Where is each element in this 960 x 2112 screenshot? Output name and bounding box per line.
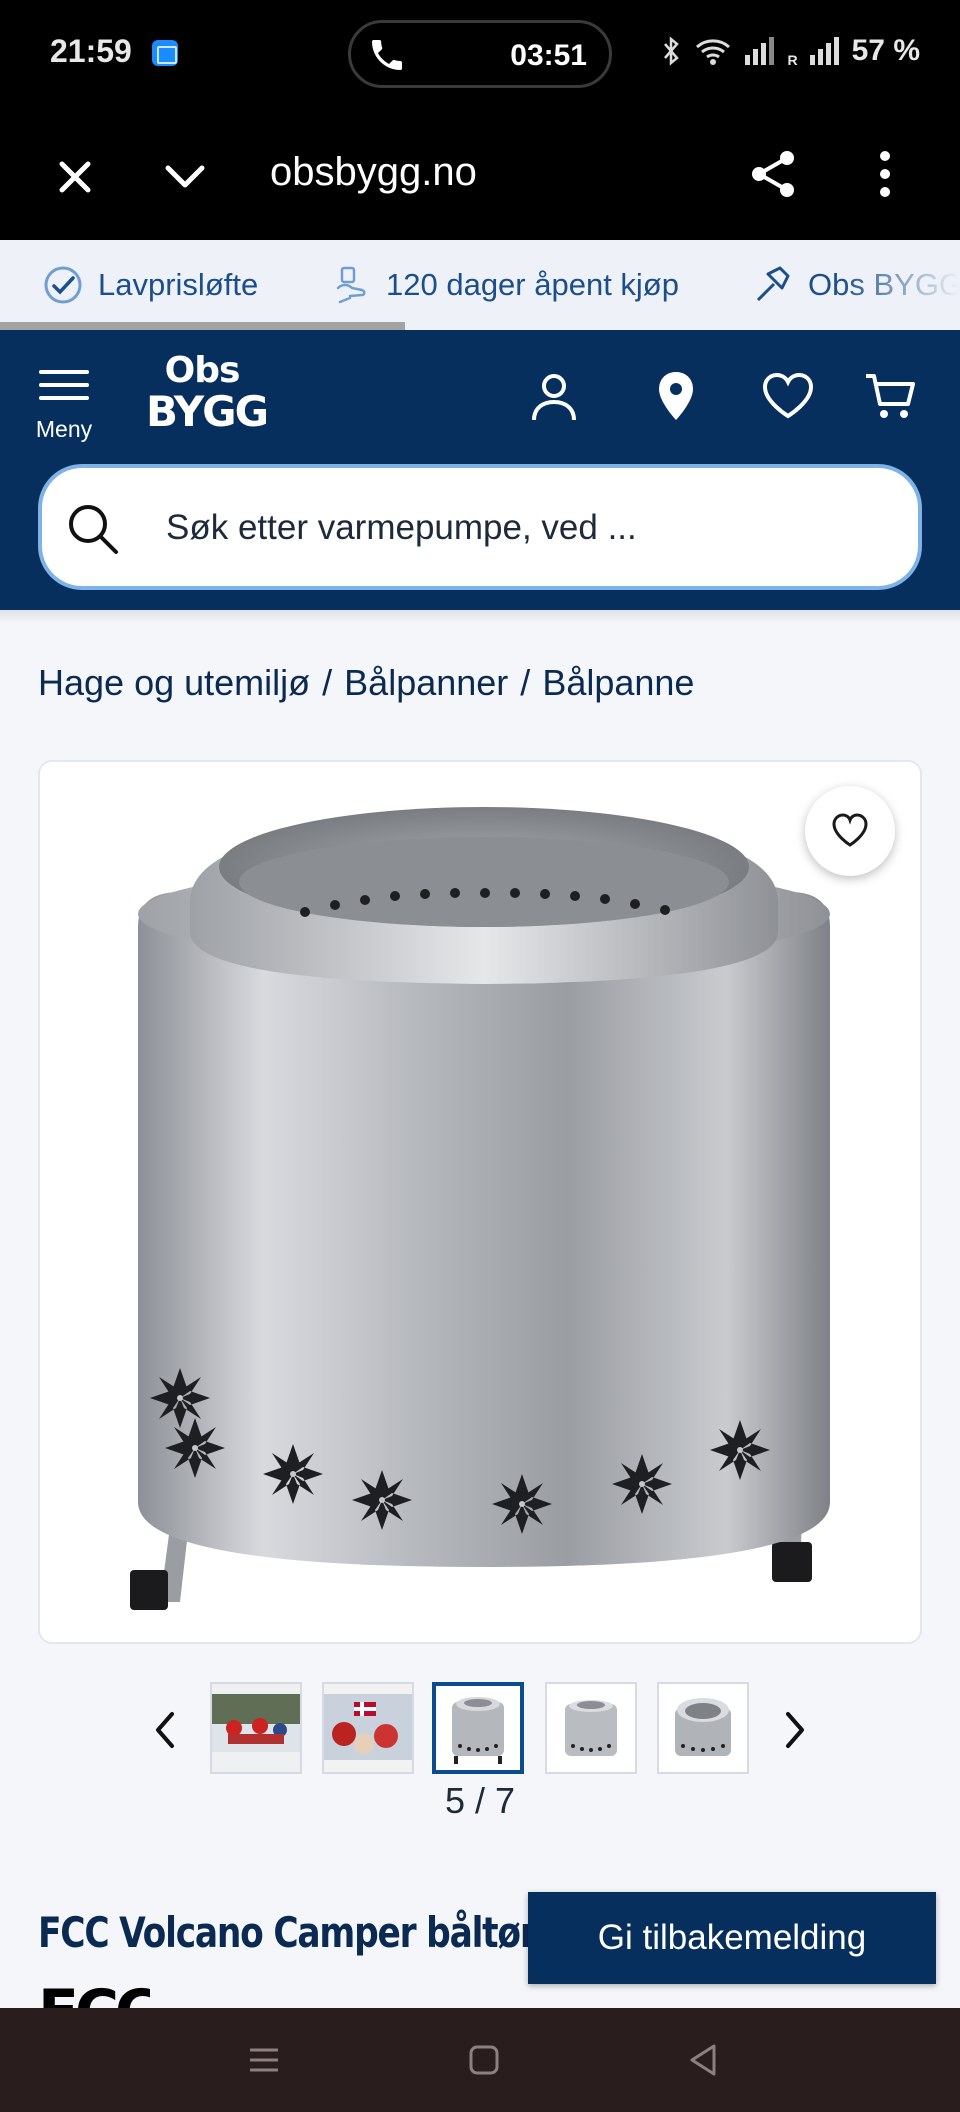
image-counter: 5 / 7 bbox=[0, 1780, 960, 1822]
status-time: 21:59 bbox=[50, 33, 132, 69]
location-pin-icon[interactable] bbox=[648, 368, 704, 424]
brand-logo-fcc: FCC bbox=[38, 1977, 150, 2008]
thumbnail-5[interactable] bbox=[657, 1682, 749, 1774]
image-counter-total: 7 bbox=[495, 1780, 516, 1821]
hand-bag-icon bbox=[336, 266, 366, 304]
call-duration: 03:51 bbox=[510, 39, 587, 72]
product-image-firepit bbox=[130, 807, 830, 1610]
image-counter-current: 5 bbox=[444, 1780, 465, 1821]
favorite-button[interactable] bbox=[805, 786, 895, 876]
status-bar: 21:59 03:51 R 57 % bbox=[0, 0, 960, 110]
image-counter-sep: / bbox=[464, 1780, 495, 1821]
usp-label: Lavprisløfte bbox=[98, 267, 259, 302]
thumbnail-image-flags bbox=[324, 1684, 412, 1772]
recent-apps-icon[interactable] bbox=[242, 2038, 286, 2082]
thumbnail-1[interactable] bbox=[210, 1682, 302, 1774]
more-vertical-icon[interactable] bbox=[865, 146, 905, 202]
thumbnail-image-firepit-side bbox=[547, 1684, 635, 1772]
cart-icon[interactable] bbox=[862, 368, 918, 424]
wifi-icon bbox=[696, 39, 731, 65]
search-input[interactable] bbox=[166, 498, 886, 558]
url-text[interactable]: obsbygg.no bbox=[270, 150, 477, 195]
usp-item-120-dager[interactable]: 120 dager åpent kjøp bbox=[330, 264, 679, 306]
breadcrumb-separator: / bbox=[322, 662, 333, 703]
breadcrumb: Hage og utemiljø / Bålpanner / Bålpanne bbox=[38, 662, 694, 704]
search-icon bbox=[69, 505, 118, 554]
thumbnail-2[interactable] bbox=[322, 1682, 414, 1774]
home-icon[interactable] bbox=[462, 2038, 506, 2082]
check-circle-icon bbox=[44, 266, 82, 304]
breadcrumb-item-balpanne[interactable]: Bålpanne bbox=[542, 662, 694, 704]
breadcrumb-item-balpanner[interactable]: Bålpanner bbox=[344, 662, 508, 704]
battery-level: 57 % bbox=[851, 34, 920, 67]
usp-label: 120 dager åpent kjøp bbox=[386, 267, 679, 302]
browser-toolbar: obsbygg.no bbox=[0, 110, 960, 240]
logo-top: Obs bbox=[164, 350, 241, 391]
app-badge-icon bbox=[152, 40, 178, 66]
chevron-down-icon[interactable] bbox=[160, 152, 210, 202]
logo-bottom: BYGG bbox=[146, 387, 269, 436]
ribbon-scroll-indicator bbox=[0, 322, 405, 330]
thumbnail-image-firepit bbox=[436, 1686, 520, 1770]
chevron-right-icon[interactable] bbox=[776, 1700, 816, 1760]
heart-icon bbox=[832, 813, 868, 847]
brand-logo[interactable]: FCC bbox=[38, 1976, 150, 2008]
bluetooth-icon bbox=[664, 36, 680, 66]
heart-icon[interactable] bbox=[760, 368, 816, 424]
back-icon[interactable] bbox=[682, 2038, 726, 2082]
system-nav-bar bbox=[0, 2008, 960, 2112]
hammer-icon bbox=[756, 266, 790, 302]
product-image-gallery[interactable] bbox=[38, 760, 922, 1644]
thumbnail-image-outdoor bbox=[212, 1684, 300, 1772]
chevron-left-icon[interactable] bbox=[144, 1700, 184, 1760]
header-shadow bbox=[0, 610, 960, 624]
breadcrumb-separator: / bbox=[520, 662, 531, 703]
close-icon[interactable] bbox=[50, 152, 100, 202]
signal-roaming-icon bbox=[809, 37, 839, 65]
usp-item-lavprisloefte[interactable]: Lavprisløfte bbox=[42, 264, 258, 306]
user-icon[interactable] bbox=[526, 368, 582, 424]
product-title: FCC Volcano Camper båltønne bbox=[38, 1908, 590, 1957]
breadcrumb-item-hage[interactable]: Hage og utemiljø bbox=[38, 662, 310, 704]
usp-ribbon: Lavprisløfte 120 dager åpent kjøp Obs BY… bbox=[0, 240, 960, 330]
status-icons: R 57 % bbox=[659, 34, 920, 68]
thumbnail-3[interactable] bbox=[432, 1682, 524, 1774]
signal-icon bbox=[745, 37, 775, 65]
network-label: R bbox=[787, 52, 798, 68]
svg-text:FCC: FCC bbox=[38, 1977, 150, 2008]
ribbon-fade bbox=[840, 240, 960, 330]
ongoing-call-pill[interactable]: 03:51 bbox=[348, 20, 612, 88]
share-icon[interactable] bbox=[745, 146, 801, 202]
thumbnail-image-firepit-top bbox=[659, 1684, 747, 1772]
search-bar[interactable] bbox=[38, 464, 922, 590]
feedback-button[interactable]: Gi tilbakemelding bbox=[528, 1892, 936, 1984]
site-header: Meny Obs BYGG bbox=[0, 330, 960, 610]
menu-label: Meny bbox=[35, 416, 93, 442]
phone-icon bbox=[372, 40, 402, 70]
site-logo[interactable]: Obs BYGG bbox=[146, 350, 269, 436]
hamburger-icon bbox=[39, 366, 89, 402]
menu-button[interactable]: Meny bbox=[32, 366, 96, 450]
thumbnail-4[interactable] bbox=[545, 1682, 637, 1774]
